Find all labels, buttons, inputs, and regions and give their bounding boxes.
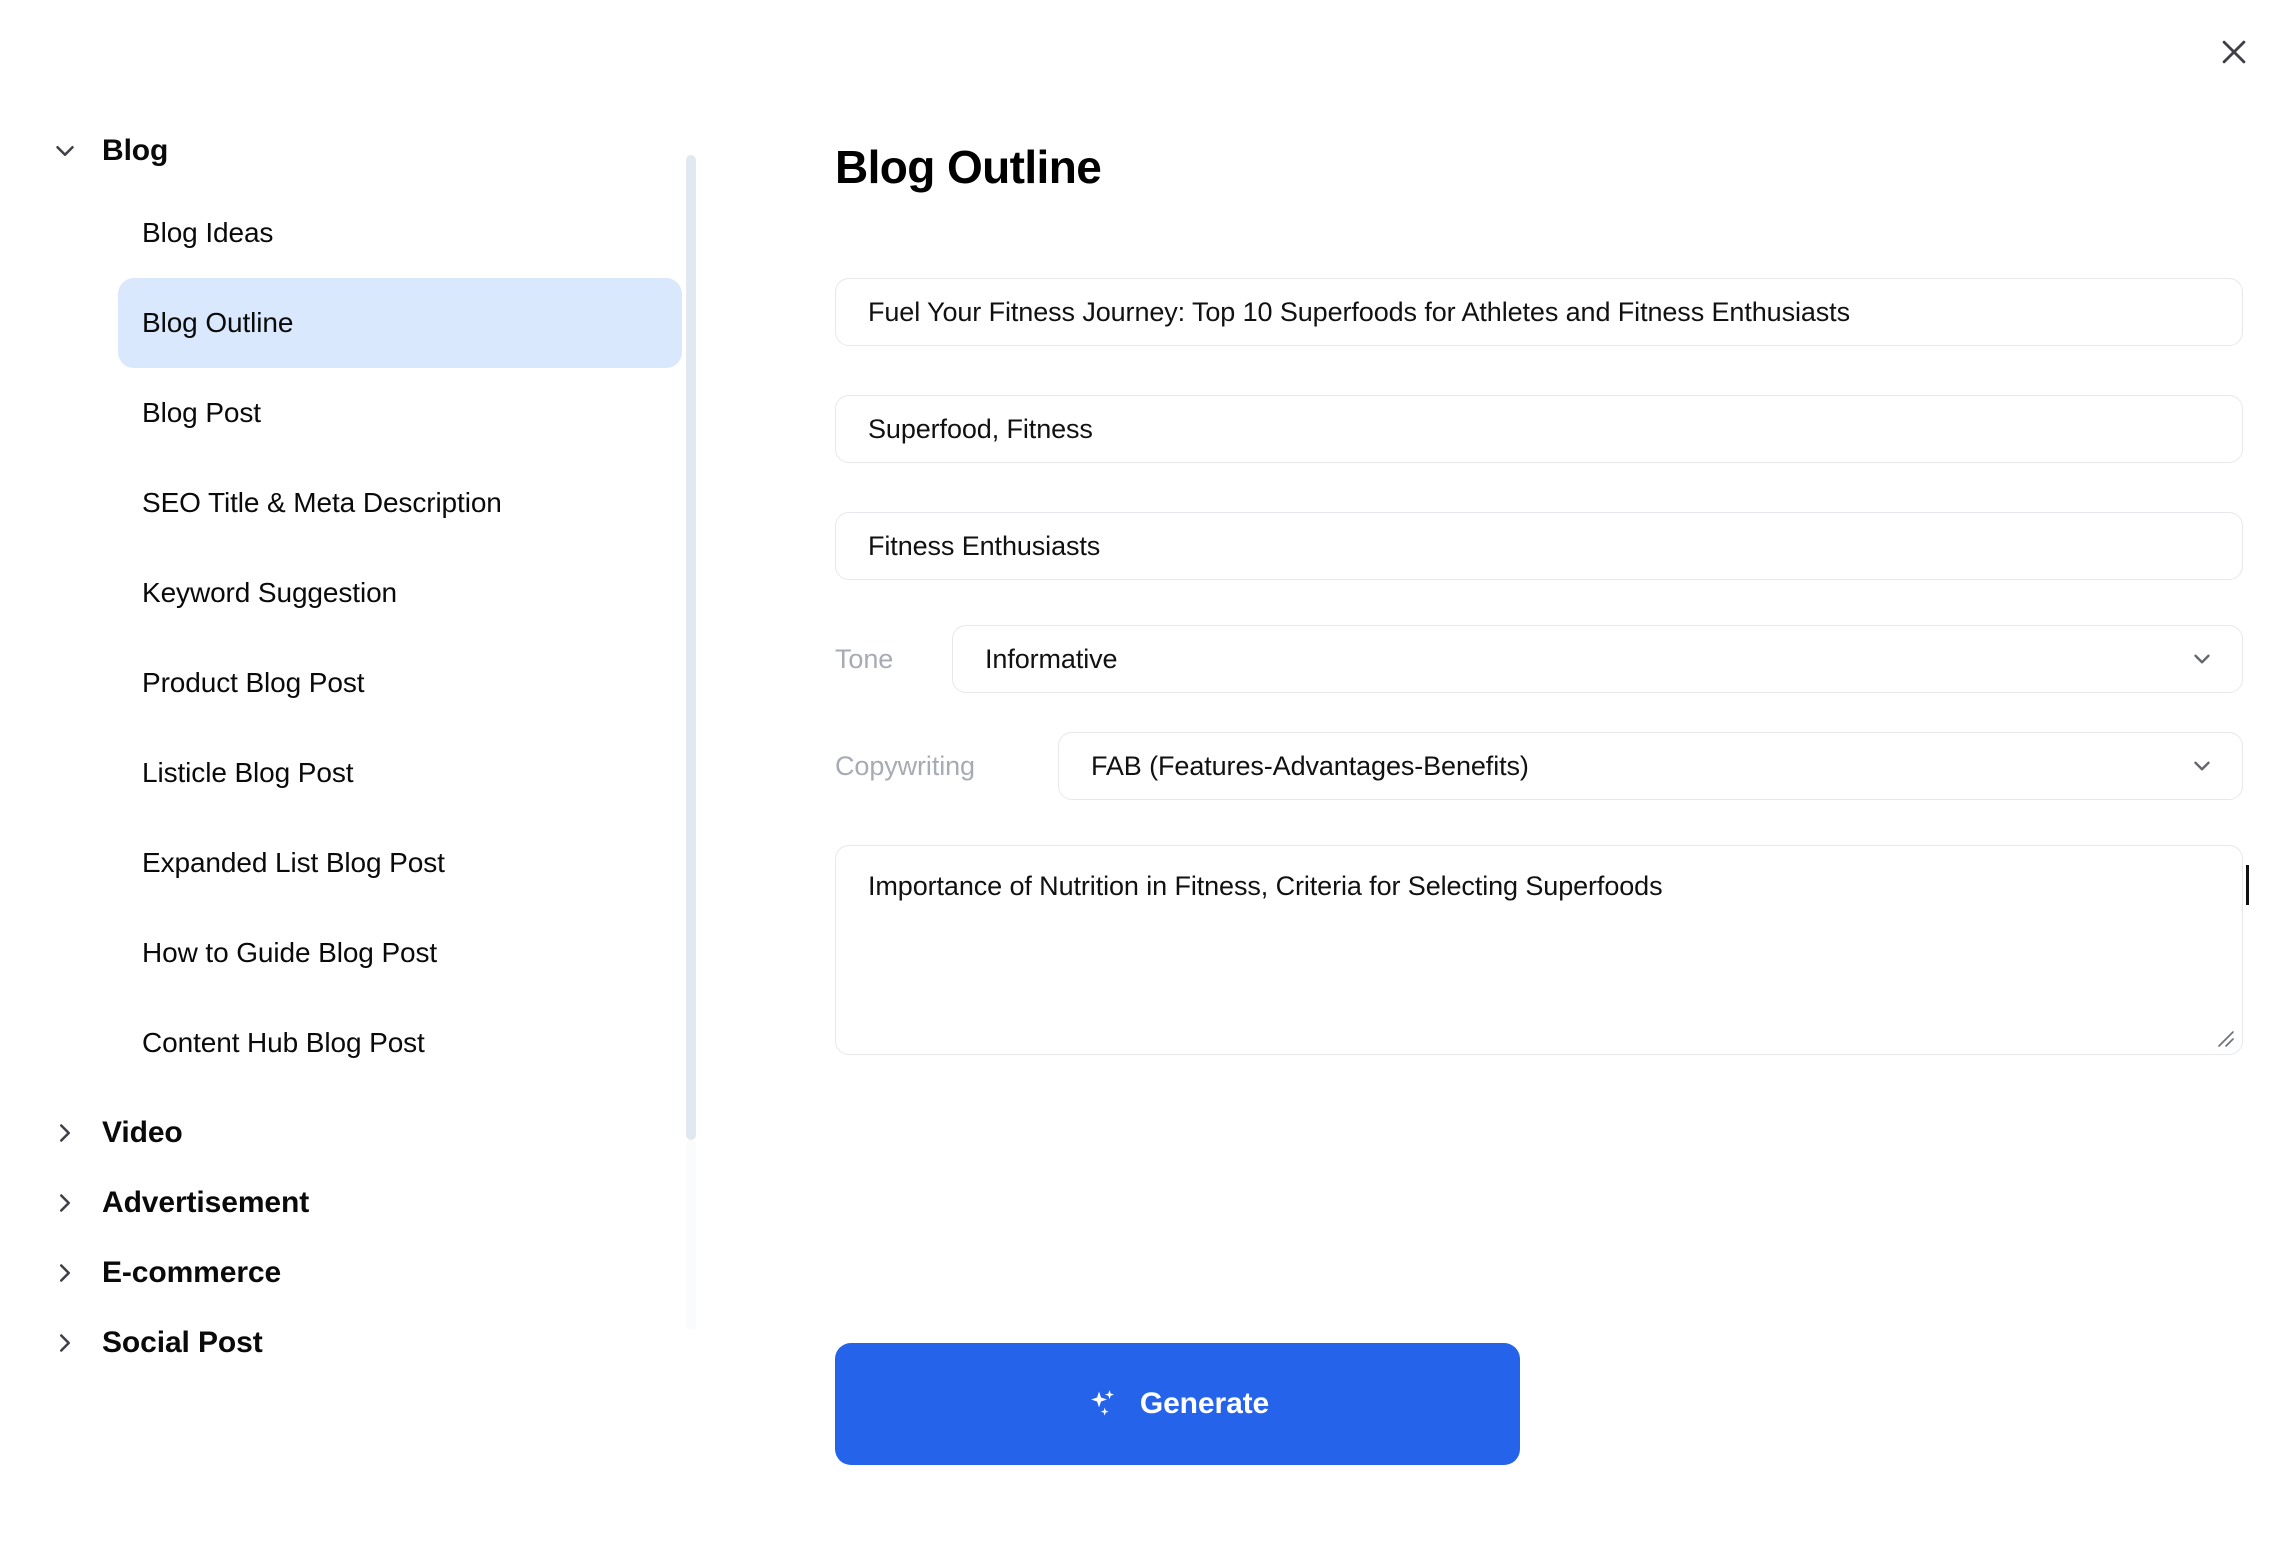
copywriting-label: Copywriting	[835, 750, 975, 781]
sidebar-group-advertisement[interactable]: Advertisement	[0, 1172, 700, 1234]
sidebar-item-blog-outline[interactable]: Blog Outline	[118, 278, 682, 368]
sidebar-item-seo-title-meta-description[interactable]: SEO Title & Meta Description	[118, 458, 682, 548]
sidebar-item-blog-ideas[interactable]: Blog Ideas	[118, 188, 682, 278]
copywriting-row: Copywriting FAB (Features-Advantages-Ben…	[835, 732, 2243, 800]
copywriting-select[interactable]: FAB (Features-Advantages-Benefits)	[1058, 732, 2243, 800]
sidebar-group-social-post[interactable]: Social Post	[0, 1312, 700, 1374]
chevron-down-icon	[2188, 752, 2216, 780]
keywords-input[interactable]	[835, 395, 2243, 463]
topic-input[interactable]	[835, 278, 2243, 346]
text-cursor	[2246, 865, 2249, 905]
outline-textarea-wrap: Importance of Nutrition in Fitness, Crit…	[835, 845, 2249, 1055]
tone-label: Tone	[835, 643, 894, 674]
chevron-down-icon	[2188, 645, 2216, 673]
audience-input[interactable]	[835, 512, 2243, 580]
sidebar-item-blog-post[interactable]: Blog Post	[118, 368, 682, 458]
sidebar-scrollbar-track[interactable]	[686, 1140, 696, 1330]
sidebar-item-content-hub-blog-post[interactable]: Content Hub Blog Post	[118, 998, 682, 1088]
category-sidebar: Blog Blog Ideas Blog Outline Blog Post SEO T…	[0, 120, 700, 1546]
chevron-down-icon	[48, 134, 82, 168]
sidebar-item-how-to-guide-blog-post[interactable]: How to Guide Blog Post	[118, 908, 682, 998]
tone-select[interactable]: Informative	[952, 625, 2243, 693]
sidebar-group-blog[interactable]: Blog	[0, 120, 700, 182]
chevron-right-icon	[48, 1186, 82, 1220]
sidebar-group-video[interactable]: Video	[0, 1102, 700, 1164]
sidebar-group-label: Social Post	[102, 1326, 263, 1359]
sidebar-group-label: Video	[102, 1116, 183, 1149]
copywriting-select-value: FAB (Features-Advantages-Benefits)	[1091, 750, 1529, 781]
chevron-right-icon	[48, 1326, 82, 1360]
blog-outline-modal: Blog Blog Ideas Blog Outline Blog Post SEO T…	[0, 0, 2294, 1546]
tone-row: Tone Informative	[835, 625, 2243, 693]
sidebar-group-e-commerce[interactable]: E-commerce	[0, 1242, 700, 1304]
page-title: Blog Outline	[835, 141, 1102, 193]
sparkle-icon	[1086, 1387, 1120, 1421]
sidebar-group-label: E-commerce	[102, 1256, 282, 1289]
form-panel: Blog Outline Tone Informative Copywritin…	[700, 0, 2294, 1546]
generate-button-label: Generate	[1139, 1387, 1270, 1420]
sidebar-item-keyword-suggestion[interactable]: Keyword Suggestion	[118, 548, 682, 638]
tone-select-value: Informative	[985, 643, 1118, 674]
sidebar-scrollbar-thumb[interactable]	[686, 155, 696, 1140]
sidebar-group-label: Advertisement	[102, 1186, 310, 1219]
sidebar-group-label: Blog	[102, 134, 169, 167]
sidebar-group-items: Blog Ideas Blog Outline Blog Post SEO Title…	[0, 188, 700, 1088]
sidebar-item-product-blog-post[interactable]: Product Blog Post	[118, 638, 682, 728]
chevron-right-icon	[48, 1116, 82, 1150]
sidebar-item-expanded-list-blog-post[interactable]: Expanded List Blog Post	[118, 818, 682, 908]
generate-button[interactable]: Generate	[835, 1343, 1520, 1465]
outline-textarea[interactable]: Importance of Nutrition in Fitness, Crit…	[835, 845, 2243, 1055]
sidebar-item-listicle-blog-post[interactable]: Listicle Blog Post	[118, 728, 682, 818]
chevron-right-icon	[48, 1256, 82, 1290]
